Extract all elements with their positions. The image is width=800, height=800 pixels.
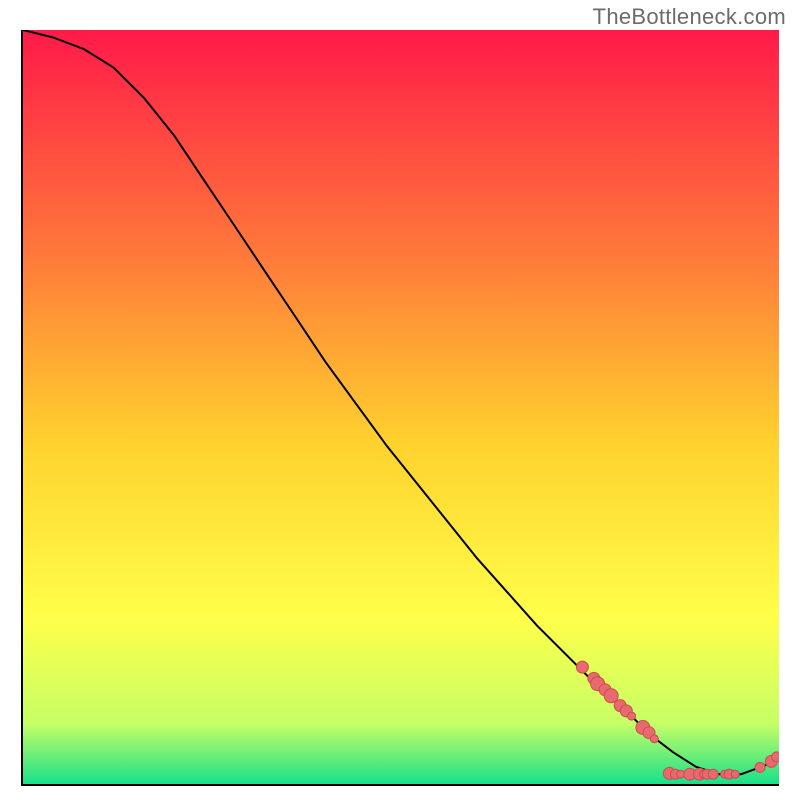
data-point <box>755 762 765 772</box>
gradient-background <box>23 30 779 784</box>
data-point <box>576 661 588 673</box>
data-point <box>708 769 718 779</box>
data-point <box>772 752 779 762</box>
data-point <box>731 770 739 778</box>
data-point <box>650 735 658 743</box>
plot-svg <box>23 30 779 784</box>
data-point <box>628 712 636 720</box>
watermark-text: TheBottleneck.com <box>593 4 786 30</box>
plot-area <box>23 30 779 784</box>
chart-frame: TheBottleneck.com <box>0 0 800 800</box>
